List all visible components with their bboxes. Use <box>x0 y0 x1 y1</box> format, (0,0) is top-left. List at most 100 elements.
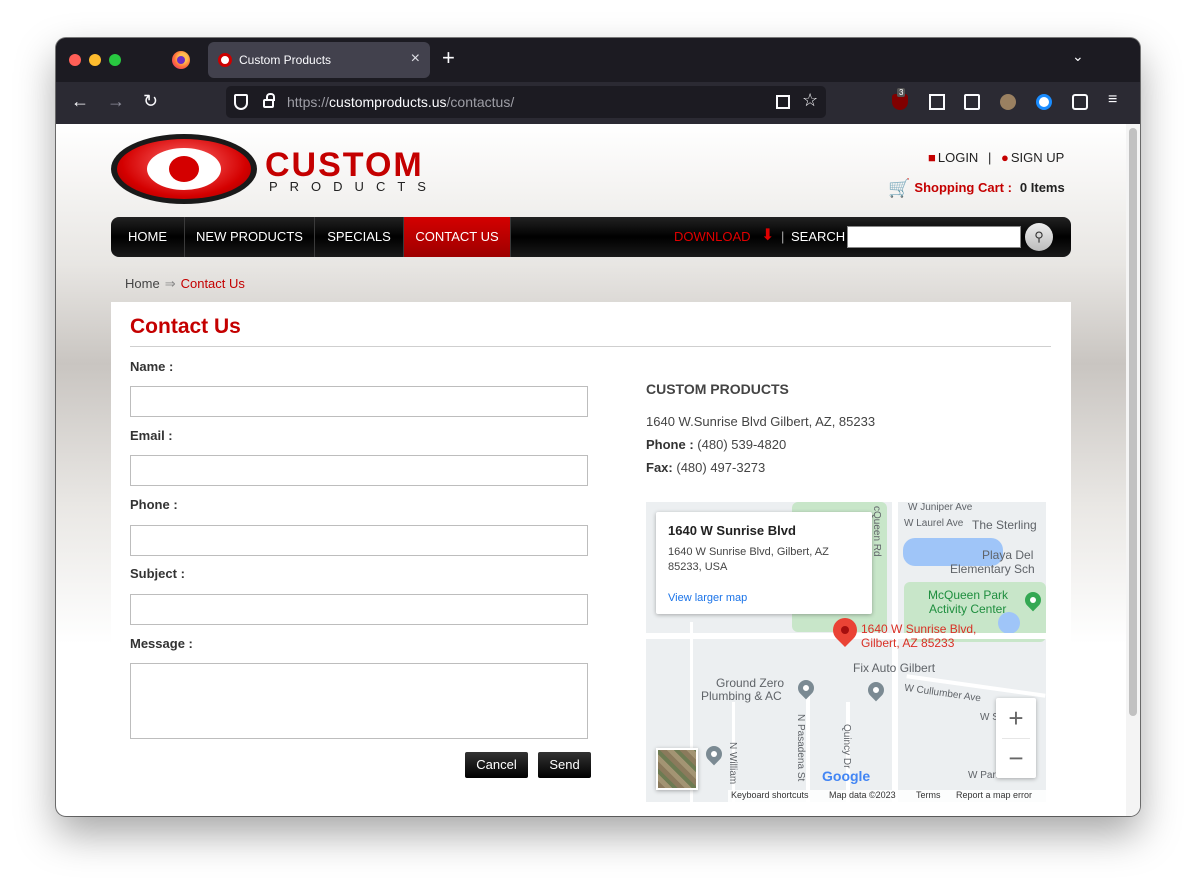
map-card-address: 1640 W Sunrise Blvd, Gilbert, AZ 85233, … <box>668 546 829 573</box>
reader-view-icon[interactable] <box>964 94 980 110</box>
close-window-button[interactable] <box>69 54 81 66</box>
map-poi-ground-zero-1: Ground Zero <box>716 676 785 690</box>
lock-icon[interactable] <box>263 93 275 108</box>
download-link[interactable]: DOWNLOAD <box>674 229 751 244</box>
breadcrumb-arrow-icon: ⇒ <box>164 276 176 291</box>
cp-logo[interactable] <box>111 134 257 204</box>
zoom-window-button[interactable] <box>109 54 121 66</box>
tab-custom-products[interactable]: Custom Products × <box>208 42 430 78</box>
account-separator: | <box>987 150 992 165</box>
map-card-title: 1640 W Sunrise Blvd <box>668 523 796 538</box>
nav-home[interactable]: HOME <box>111 217 185 257</box>
map-poi-fix-auto: Fix Auto Gilbert <box>853 661 936 675</box>
cancel-button[interactable]: Cancel <box>465 752 528 778</box>
browser-window: Custom Products × + ⌄ ← → ↻ https://cust… <box>56 38 1140 816</box>
phone-label: Phone : <box>130 497 178 512</box>
email-field[interactable] <box>130 455 588 486</box>
cart-label[interactable]: Shopping Cart : <box>914 180 1012 195</box>
site-favicon-icon <box>218 53 232 67</box>
extensions-puzzle-icon[interactable] <box>1072 94 1088 110</box>
bookmark-star-icon[interactable]: ☆ <box>802 90 818 111</box>
account-links: ■ LOGIN | ● SIGN UP <box>928 150 1064 165</box>
map-road-pasadena <box>806 682 810 802</box>
qr-code-icon[interactable] <box>776 95 790 109</box>
reload-button[interactable]: ↻ <box>143 91 158 111</box>
url-text[interactable]: https://customproducts.us/contactus/ <box>287 94 514 110</box>
nav-new-products[interactable]: NEW PRODUCTS <box>185 217 315 257</box>
name-label: Name : <box>130 359 174 374</box>
page-title: Contact Us <box>130 315 241 338</box>
tracking-protection-icon[interactable] <box>234 94 248 110</box>
tab-title: Custom Products <box>239 53 332 67</box>
url-host: customproducts.us <box>329 94 447 110</box>
password-manager-icon[interactable] <box>1036 94 1052 110</box>
fix-auto-marker-icon[interactable] <box>864 678 888 702</box>
company-address: 1640 W.Sunrise Blvd Gilbert, AZ, 85233 <box>646 414 876 429</box>
shopping-cart[interactable]: 🛒 Shopping Cart : 0 Items <box>888 178 1065 199</box>
zoom-in-button[interactable]: + <box>996 698 1036 738</box>
name-field[interactable] <box>130 386 588 417</box>
url-path: /contactus/ <box>446 94 515 110</box>
hamburger-menu-icon[interactable]: ≡ <box>1108 91 1117 109</box>
message-label: Message : <box>130 636 193 651</box>
lock-icon: ■ <box>928 150 936 165</box>
map-data-text: Map data ©2023 <box>829 790 896 800</box>
company-fax: Fax: (480) 497-3273 <box>646 460 765 475</box>
map-zoom-control: + − <box>996 698 1036 778</box>
map-street-william: N William <box>727 742 738 785</box>
signup-link[interactable]: SIGN UP <box>1011 150 1064 165</box>
browser-toolbar: ← → ↻ https://customproducts.us/contactu… <box>56 82 1140 124</box>
nav-contact-us[interactable]: CONTACT US <box>404 217 511 257</box>
list-all-tabs-icon[interactable]: ⌄ <box>1072 48 1084 65</box>
page-scrollbar[interactable] <box>1126 124 1140 816</box>
cart-count: 0 Items <box>1019 180 1065 195</box>
back-button[interactable]: ← <box>71 91 89 111</box>
zoom-out-button[interactable]: − <box>996 738 1036 778</box>
user-icon: ● <box>1000 150 1009 165</box>
search-input[interactable] <box>847 226 1021 248</box>
view-larger-map-link[interactable]: View larger map <box>668 592 747 604</box>
ground-zero-marker-icon[interactable] <box>794 676 818 700</box>
scrollbar-thumb[interactable] <box>1129 128 1137 716</box>
report-map-error-link[interactable]: Report a map error <box>956 790 1032 800</box>
map-street-juniper: W Juniper Ave <box>908 502 973 513</box>
map-poi-marker-icon[interactable] <box>702 742 726 766</box>
cp-logo-mark <box>147 148 221 190</box>
main-nav: HOME NEW PRODUCTS SPECIALS CONTACT US DO… <box>111 217 1071 257</box>
keyboard-shortcuts-link[interactable]: Keyboard shortcuts <box>731 790 809 800</box>
map-info-card: 1640 W Sunrise Blvd 1640 W Sunrise Blvd,… <box>656 512 872 614</box>
breadcrumb-current: Contact Us <box>180 276 245 291</box>
send-button[interactable]: Send <box>538 752 591 778</box>
tab-bar: Custom Products × + ⌄ <box>56 38 1140 82</box>
forward-button[interactable]: → <box>107 91 125 111</box>
satellite-toggle[interactable] <box>656 748 698 790</box>
new-tab-button[interactable]: + <box>442 47 455 69</box>
map-street-quincy: Quincy Dr <box>841 724 852 769</box>
map-poi-sterling: The Sterling <box>972 518 1037 532</box>
nav-specials[interactable]: SPECIALS <box>315 217 404 257</box>
google-logo: Google <box>822 768 871 784</box>
login-link[interactable]: LOGIN <box>938 150 978 165</box>
close-tab-icon[interactable]: × <box>411 50 420 68</box>
map-street-pasadena: N Pasadena St <box>795 714 806 782</box>
download-icon[interactable]: ⬇ <box>761 225 774 245</box>
subject-field[interactable] <box>130 594 588 625</box>
phone-title: Phone : <box>646 437 694 452</box>
phone-field[interactable] <box>130 525 588 556</box>
breadcrumb-home[interactable]: Home <box>125 276 160 291</box>
map-attribution: Keyboard shortcuts Map data ©2023 Terms … <box>728 790 1046 802</box>
message-field[interactable] <box>130 663 588 739</box>
subject-label: Subject : <box>130 566 185 581</box>
search-icon[interactable]: ⚲ <box>1025 223 1053 251</box>
breadcrumb: Home ⇒ Contact Us <box>125 276 245 292</box>
firefox-icon[interactable] <box>172 51 190 69</box>
minimize-window-button[interactable] <box>89 54 101 66</box>
google-map[interactable]: W Juniper Ave W Laurel Ave cQueen Rd The… <box>646 502 1046 802</box>
contact-panel: Contact Us Name : Email : Phone : Subjec… <box>111 302 1071 816</box>
url-bar[interactable]: https://customproducts.us/contactus/ ☆ <box>226 86 826 118</box>
logo-subtitle: PRODUCTS <box>269 179 438 194</box>
cookie-extension-icon[interactable] <box>1000 94 1016 110</box>
extension-grid-icon[interactable] <box>929 94 945 110</box>
desktop: Custom Products × + ⌄ ← → ↻ https://cust… <box>0 0 1196 890</box>
terms-link[interactable]: Terms <box>916 790 941 800</box>
